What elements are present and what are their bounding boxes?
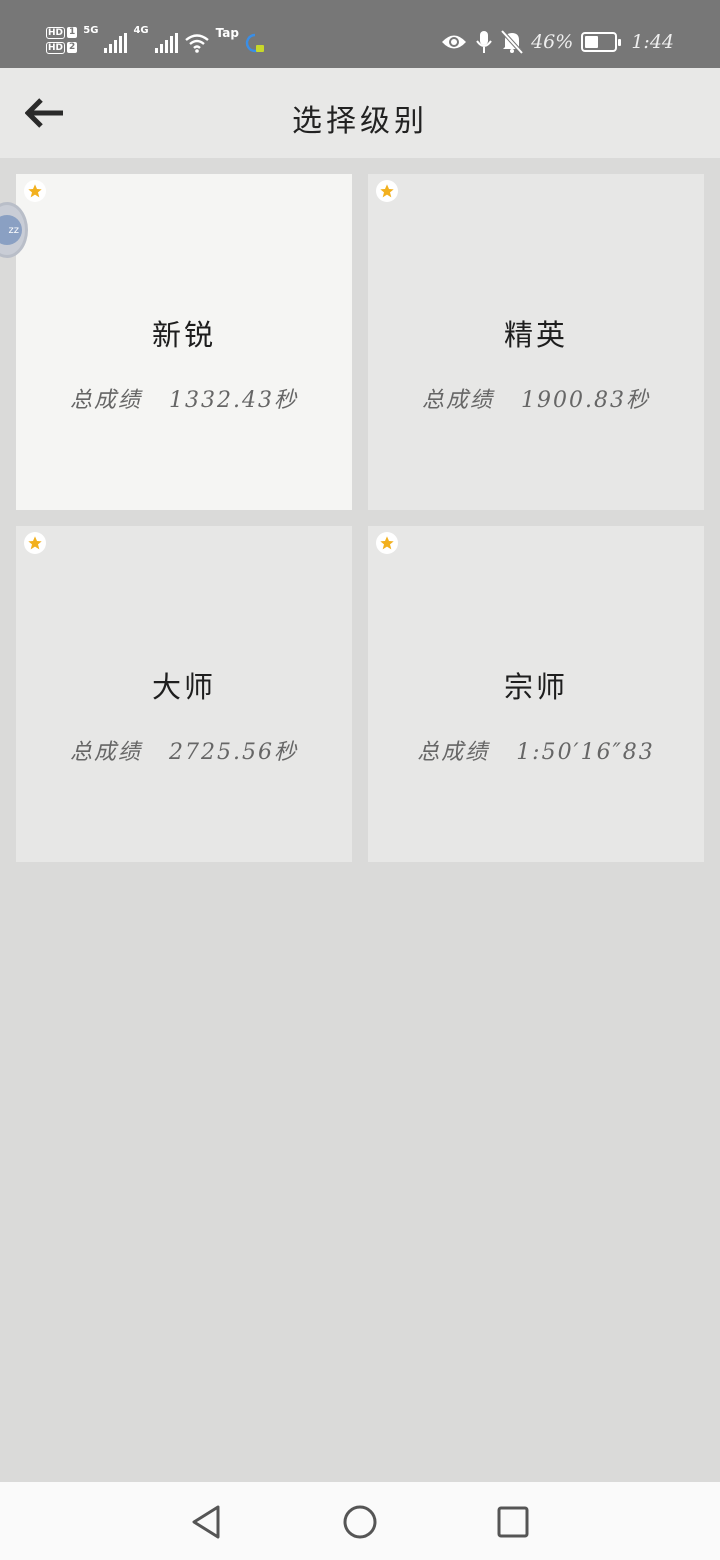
battery-percent: 46% [531, 31, 574, 53]
app-notification-icon [245, 33, 264, 53]
battery-fill [585, 36, 599, 48]
score-value: 1900.83秒 [521, 388, 650, 413]
hd1-badge: HD [46, 26, 66, 39]
score-label: 总成绩 [422, 388, 495, 413]
nav-home-button[interactable] [336, 1498, 384, 1546]
score-label: 总成绩 [70, 740, 143, 765]
level-name: 大师 [151, 670, 216, 704]
score-label: 总成绩 [70, 388, 143, 413]
status-left: HD 1 HD 2 5G 4G Tap [46, 18, 265, 62]
star-icon [376, 180, 398, 202]
level-name: 新锐 [151, 318, 216, 352]
network1-label: 5G [83, 25, 99, 36]
level-name: 宗师 [503, 670, 568, 704]
triangle-back-icon [192, 1505, 220, 1539]
hd2-badge: HD [46, 41, 66, 54]
sim1-indicator: HD 1 [46, 26, 78, 39]
square-recents-icon [497, 1506, 529, 1538]
nav-recents-button[interactable] [489, 1498, 537, 1546]
star-icon [376, 532, 398, 554]
level-name: 精英 [503, 318, 568, 352]
sim1-number: 1 [67, 27, 78, 38]
level-score: 总成绩 1332.43秒 [16, 382, 352, 414]
level-card-2[interactable]: 大师 总成绩 2725.56秒 [16, 526, 352, 862]
circle-home-icon [343, 1505, 377, 1539]
level-card-1[interactable]: 精英 总成绩 1900.83秒 [368, 174, 704, 510]
bubble-core: zz [0, 215, 22, 245]
level-card-3[interactable]: 宗师 总成绩 1:50′16″83 [368, 526, 704, 862]
system-nav-bar [0, 1482, 720, 1560]
level-card-0[interactable]: 新锐 总成绩 1332.43秒 [16, 174, 352, 510]
tap-label: Tap [215, 26, 239, 40]
microphone-icon [476, 31, 492, 53]
level-score: 总成绩 2725.56秒 [16, 734, 352, 766]
star-icon [24, 180, 46, 202]
bell-muted-icon [501, 30, 524, 54]
star-icon [24, 532, 46, 554]
app-header: 选择级别 [0, 68, 720, 158]
status-right: 46% 1:44 [441, 24, 674, 60]
nav-back-button[interactable] [182, 1498, 230, 1546]
page-title: 选择级别 [292, 104, 428, 139]
wifi-icon [184, 34, 209, 53]
sim2-number: 2 [67, 42, 78, 53]
sim2-indicator: HD 2 [46, 41, 78, 54]
clock: 1:44 [631, 31, 674, 53]
level-score: 总成绩 1:50′16″83 [368, 734, 704, 766]
eye-icon [442, 35, 467, 49]
network2-label: 4G [133, 25, 149, 36]
score-value: 1332.43秒 [169, 388, 298, 413]
status-bar: HD 1 HD 2 5G 4G Tap 46% 1:44 [0, 0, 720, 68]
score-label: 总成绩 [417, 740, 490, 765]
signal1-icon [104, 33, 128, 53]
signal2-icon [154, 33, 178, 53]
score-value: 2725.56秒 [169, 740, 298, 765]
level-score: 总成绩 1900.83秒 [368, 382, 704, 414]
score-value: 1:50′16″83 [516, 740, 655, 765]
sim-indicators: HD 1 HD 2 [46, 26, 78, 54]
battery-icon [581, 32, 622, 52]
